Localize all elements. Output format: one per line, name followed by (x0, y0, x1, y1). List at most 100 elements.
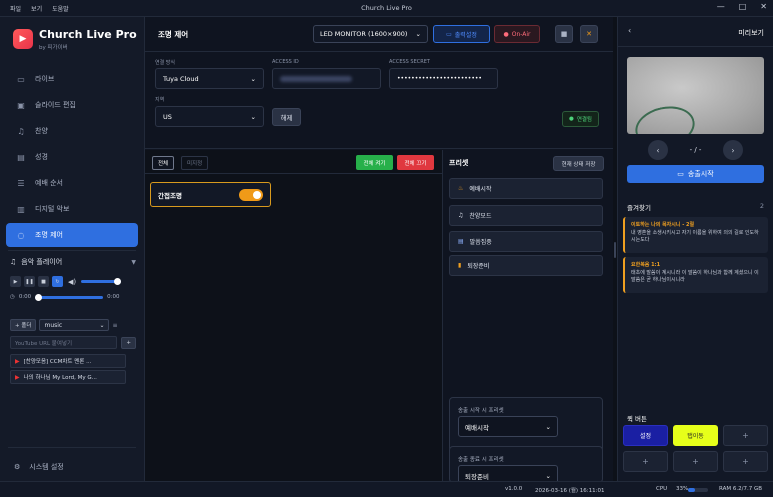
start-preset-select[interactable]: 예배시작 ⌄ (458, 416, 558, 437)
sidebar-item-order[interactable]: ☰ 예배 순서 (6, 171, 138, 195)
folder-select[interactable]: music ⌄ (39, 319, 110, 331)
disconnect-button[interactable]: 해제 (272, 108, 301, 126)
region-select[interactable]: US ⌄ (155, 106, 264, 127)
send-start-button[interactable]: ▭ 송출시작 (627, 165, 764, 183)
door-icon: ▮ (458, 262, 462, 269)
next-slide-button[interactable]: › (723, 140, 743, 160)
favorite-card[interactable]: 이토하는 나의 목자시니 - 2절 내 영혼을 소생시키시고 자기 이름을 위하… (623, 217, 768, 253)
quick-button-add[interactable]: + (723, 425, 768, 446)
cpu-value: 33% (676, 486, 689, 492)
folder-options-icon[interactable]: ≡ (112, 322, 117, 329)
send-start-label: 송출시작 (687, 170, 714, 178)
sidebar-item-slide-edit[interactable]: ▣ 슬라이드 편집 (6, 93, 138, 117)
quick-button-tab-move[interactable]: 탭이동 (673, 425, 718, 446)
music-note-icon: ♫ (10, 258, 17, 266)
bulb-icon: ◌ (17, 230, 25, 240)
chevron-down-icon: ⌄ (415, 30, 421, 38)
sidebar-item-lighting[interactable]: ◌ 조명 제어 (6, 223, 138, 247)
light-toggle[interactable] (239, 188, 263, 201)
sidebar-item-live[interactable]: ▭ 라이브 (6, 67, 138, 91)
volume-knob[interactable] (114, 278, 122, 285)
main-panel: 조명 제어 LED MONITOR (1600×900) ⌄ ▭ 출력설정 ● … (145, 17, 613, 486)
quick-buttons-grid: 설정 탭이동 + + + + (623, 425, 770, 472)
music-player-title: 음악 플레이어 (21, 258, 63, 266)
stop-button[interactable]: ■ (38, 276, 49, 287)
access-secret-input[interactable]: •••••••••••••••••••••••• (389, 68, 498, 89)
sidebar-item-praise[interactable]: ♫ 찬양 (6, 119, 138, 143)
cpu-meter-fill (688, 488, 695, 492)
favorite-card[interactable]: 요한복음 1:1 태초에 말씀이 계시니라 이 말씀이 하나님과 함께 계셨으니… (623, 257, 768, 293)
settings-label: 시스템 설정 (29, 463, 64, 471)
sidebar-item-score[interactable]: ▥ 디지털 악보 (6, 197, 138, 221)
region-select-value: US (163, 112, 172, 121)
play-button[interactable]: ▶ (10, 276, 21, 287)
save-state-button[interactable]: 현재 상태 저장 (553, 156, 604, 171)
method-select-value: Tuya Cloud (163, 74, 199, 83)
redacted-value (280, 75, 352, 82)
quick-buttons-title: 퀵 버튼 (627, 415, 648, 423)
seek-slider[interactable] (35, 293, 104, 301)
sidebar-item-bible[interactable]: ▤ 성경 (6, 145, 138, 169)
chevron-left-icon[interactable]: ‹ (628, 26, 631, 35)
chevron-down-icon[interactable]: ▼ (131, 259, 136, 266)
preset-label: 찬양모드 (469, 213, 492, 220)
method-select[interactable]: Tuya Cloud ⌄ (155, 68, 264, 89)
time-end: 0:00 (107, 294, 120, 300)
track-item[interactable]: ▶ 나의 하나님 My Lord, My G... (10, 370, 126, 384)
end-preset-label: 송출 종료 시 프리셋 (458, 457, 504, 463)
volume-slider[interactable] (81, 278, 122, 285)
all-off-button[interactable]: 전체 끄기 (397, 155, 434, 170)
minimize-button[interactable]: — (717, 2, 725, 11)
preset-item[interactable]: ♨ 예배시작 (449, 178, 603, 199)
pause-button[interactable]: ❚❚ (24, 276, 35, 287)
chevron-down-icon: ⌄ (545, 422, 551, 431)
candle-icon: ♨ (458, 185, 464, 192)
score-icon: ▥ (17, 204, 25, 214)
track-item[interactable]: ▶ [찬양모음] CCM차트 멘론 ... (10, 354, 126, 368)
add-url-button[interactable]: + (121, 336, 136, 349)
status-dot-icon: ● (569, 116, 574, 122)
divider (8, 250, 136, 251)
close-window-button[interactable]: ✕ (760, 2, 767, 11)
presets-title: 프리셋 (449, 159, 469, 167)
folder-select-value: music (44, 321, 63, 329)
tab-unassigned[interactable]: 미지정 (181, 156, 209, 170)
prev-slide-button[interactable]: ‹ (648, 140, 668, 160)
close-icon[interactable]: ✕ (580, 25, 598, 43)
youtube-url-input[interactable]: YouTube URL 붙여넣기 (10, 336, 118, 349)
maximize-button[interactable]: □ (739, 2, 747, 11)
add-folder-button[interactable]: + 폴더 (10, 319, 37, 331)
list-icon: ☰ (17, 178, 25, 188)
all-on-button[interactable]: 전체 켜기 (356, 155, 393, 170)
preset-item[interactable]: ♫ 찬양모드 (449, 205, 603, 226)
quick-button-add[interactable]: + (623, 451, 668, 472)
version-label: v1.0.0 (505, 486, 523, 492)
on-air-button[interactable]: ● On-Air (494, 25, 540, 43)
book-icon: ▤ (458, 238, 464, 245)
chevron-down-icon: ⌄ (99, 321, 105, 329)
seek-knob[interactable] (35, 293, 43, 301)
repeat-button[interactable]: ↻ (52, 276, 63, 287)
monitor-select[interactable]: LED MONITOR (1600×900) ⌄ (313, 25, 428, 43)
monitor-icon: ▣ (17, 100, 25, 110)
quick-button-settings[interactable]: 설정 (623, 425, 668, 446)
quick-button-add[interactable]: + (723, 451, 768, 472)
output-settings-button[interactable]: ▭ 출력설정 (433, 25, 490, 43)
quick-button-add[interactable]: + (673, 451, 718, 472)
light-card[interactable]: 간접조명 (150, 182, 271, 207)
access-id-input[interactable] (272, 68, 381, 89)
preview-image (627, 57, 764, 134)
monitor-icon: ▭ (677, 170, 684, 178)
app-logo-icon: ▶ (13, 29, 33, 49)
page-title: 조명 제어 (158, 30, 189, 39)
system-settings-button[interactable]: ⚙ 시스템 설정 (14, 462, 64, 472)
tab-all[interactable]: 전체 (152, 156, 175, 170)
music-icon: ♫ (17, 126, 25, 136)
preset-item[interactable]: ▮ 퇴장준비 (449, 255, 603, 276)
end-preset-value: 퇴장준비 (465, 472, 489, 481)
sidebar-nav: ▭ 라이브 ▣ 슬라이드 편집 ♫ 찬양 ▤ 성경 ☰ 예배 순서 ▥ 디지털 … (6, 67, 138, 249)
book-icon: ▤ (17, 152, 25, 162)
preset-item[interactable]: ▤ 말씀집중 (449, 231, 603, 252)
stop-output-button[interactable]: ■ (555, 25, 573, 43)
preview-panel: ‹ 미리보기 ‹ - / - › ▭ 송출시작 즐겨찾기 2 이토하는 나의 목… (617, 17, 773, 481)
